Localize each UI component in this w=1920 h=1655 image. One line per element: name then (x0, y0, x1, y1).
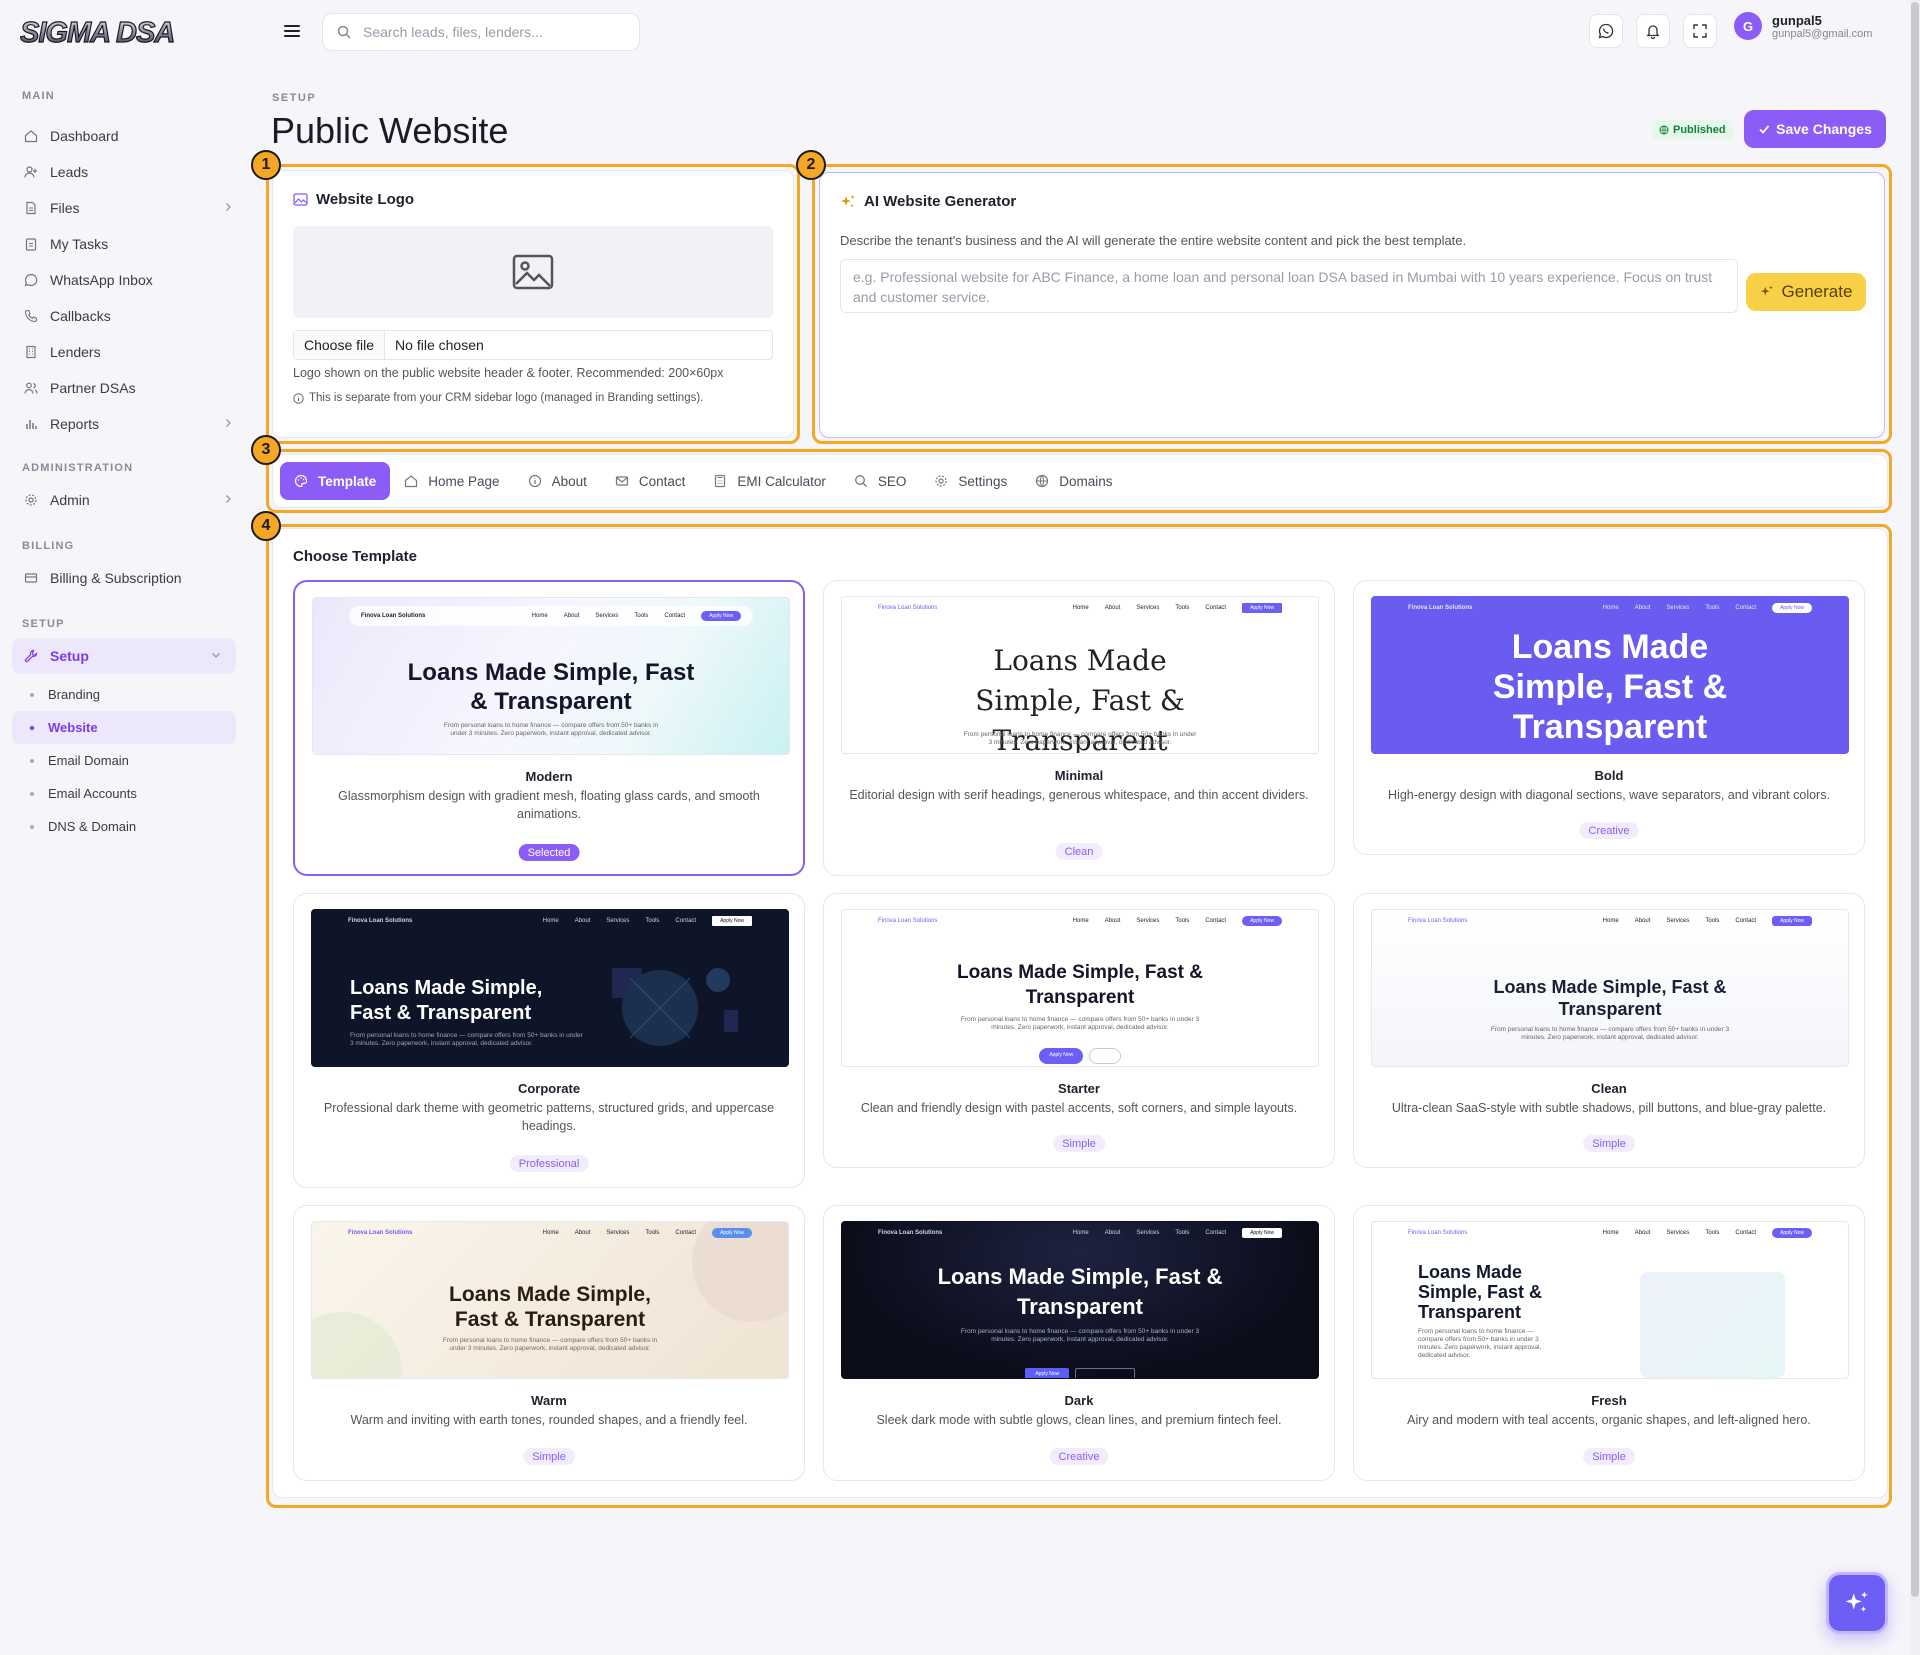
sidebar-subitem-email-domain[interactable]: Email Domain (0, 744, 248, 777)
whatsapp-icon (1598, 23, 1614, 39)
sidebar-item-whatsapp-inbox[interactable]: WhatsApp Inbox (0, 262, 248, 298)
sidebar-item-label: Admin (50, 492, 90, 508)
status-text: Published (1673, 124, 1726, 136)
bullet-dot (30, 692, 34, 697)
bullet-dot (30, 824, 34, 829)
sidebar-item-partner-dsas[interactable]: Partner DSAs (0, 370, 248, 406)
check-icon (1759, 125, 1770, 134)
phone-icon (24, 309, 38, 323)
brand-logo[interactable]: SIGMA DSA (20, 12, 200, 50)
sidebar-subitem-label: Branding (48, 687, 101, 702)
bullet-dot (30, 725, 34, 730)
sidebar-item-label: Dashboard (50, 128, 119, 144)
page-title: Public Website (271, 110, 509, 151)
gear-icon (25, 494, 37, 506)
sidebar-item-callbacks[interactable]: Callbacks (0, 298, 248, 334)
sidebar-section-billing: BILLING (22, 540, 75, 552)
highlight-box-2 (812, 164, 1892, 444)
sidebar-subitem-label: Website (48, 720, 98, 735)
notifications-button[interactable] (1636, 14, 1670, 48)
fullscreen-button[interactable] (1683, 14, 1717, 48)
whatsapp-button[interactable] (1589, 14, 1623, 48)
sidebar-item-admin[interactable]: Admin (0, 482, 248, 518)
home-icon (24, 130, 38, 143)
highlight-box-4 (266, 524, 1892, 1508)
users-icon (24, 382, 38, 394)
sidebar-subitem-email-accounts[interactable]: Email Accounts (0, 777, 248, 810)
sidebar: MAIN Dashboard Leads Files My Tasks What… (0, 86, 248, 843)
chevron-right-icon (226, 495, 231, 503)
sidebar-item-label: Files (50, 200, 80, 216)
sidebar-item-lenders[interactable]: Lenders (0, 334, 248, 370)
menu-toggle-button[interactable] (275, 14, 309, 48)
avatar: G (1734, 12, 1762, 40)
status-badge: Published (1652, 120, 1733, 140)
save-button-label: Save Changes (1776, 121, 1872, 137)
sidebar-item-label: WhatsApp Inbox (50, 272, 153, 288)
user-email: gunpal5@gmail.com (1772, 27, 1873, 40)
sidebar-section-setup: SETUP (22, 618, 65, 630)
search-input[interactable] (363, 24, 613, 40)
annotation-number: 3 (251, 435, 281, 465)
sidebar-subitem-label: Email Domain (48, 753, 129, 768)
credit-card-icon (24, 573, 38, 583)
whatsapp-icon (24, 273, 38, 287)
chevron-right-icon (226, 203, 231, 211)
sidebar-subitem-website[interactable]: Website (12, 711, 236, 744)
building-icon (26, 345, 36, 359)
annotation-number: 2 (796, 150, 826, 180)
search-box[interactable] (322, 13, 640, 51)
annotation-number: 1 (251, 150, 281, 180)
sidebar-item-leads[interactable]: Leads (0, 154, 248, 190)
sidebar-item-files[interactable]: Files (0, 190, 248, 226)
highlight-box-3 (266, 449, 1892, 513)
fullscreen-icon (1693, 24, 1707, 38)
sidebar-section-administration: ADMINISTRATION (22, 462, 134, 474)
user-menu[interactable]: G gunpal5 gunpal5@gmail.com (1734, 12, 1872, 40)
chevron-down-icon (212, 653, 220, 658)
annotation-number: 4 (251, 511, 281, 541)
bullet-dot (30, 791, 34, 796)
sidebar-item-label: Leads (50, 164, 89, 180)
sidebar-item-billing[interactable]: Billing & Subscription (0, 560, 248, 596)
sidebar-item-setup[interactable]: Setup (12, 638, 236, 674)
hamburger-icon (284, 25, 300, 37)
sparkles-icon (1845, 1591, 1868, 1612)
sidebar-item-label: Reports (50, 416, 100, 432)
bar-chart-icon (26, 420, 37, 429)
sidebar-item-reports[interactable]: Reports (0, 406, 248, 442)
save-button[interactable]: Save Changes (1744, 110, 1886, 148)
search-icon (337, 25, 351, 39)
sidebar-item-label: Partner DSAs (50, 380, 136, 396)
user-plus-icon (24, 166, 37, 178)
clipboard-icon (25, 238, 37, 251)
highlight-box-1 (266, 164, 800, 444)
chevron-right-icon (226, 419, 231, 427)
sidebar-subitem-label: Email Accounts (48, 786, 137, 801)
sidebar-subitem-label: DNS & Domain (48, 819, 137, 834)
bell-icon (1646, 25, 1660, 39)
sidebar-item-label: Billing & Subscription (50, 570, 182, 586)
globe-icon (1659, 125, 1669, 135)
sidebar-subitem-branding[interactable]: Branding (0, 678, 248, 711)
sidebar-item-dashboard[interactable]: Dashboard (0, 118, 248, 154)
file-icon (26, 201, 36, 215)
sidebar-subitem-dns-domain[interactable]: DNS & Domain (0, 810, 248, 843)
ai-assistant-button[interactable] (1826, 1572, 1888, 1634)
sidebar-item-my-tasks[interactable]: My Tasks (0, 226, 248, 262)
sidebar-section-main: MAIN (22, 90, 55, 102)
user-name: gunpal5 (1772, 12, 1822, 28)
sidebar-item-label: My Tasks (50, 236, 109, 252)
sidebar-item-label: Lenders (50, 344, 101, 360)
bullet-dot (30, 758, 34, 763)
sidebar-item-label: Callbacks (50, 308, 111, 324)
wrench-icon (24, 649, 38, 663)
breadcrumb: SETUP (272, 92, 317, 104)
brand-text: SIGMA DSA (20, 17, 174, 49)
scrollbar-thumb[interactable] (1911, 2, 1919, 1597)
sidebar-item-label: Setup (50, 648, 89, 664)
